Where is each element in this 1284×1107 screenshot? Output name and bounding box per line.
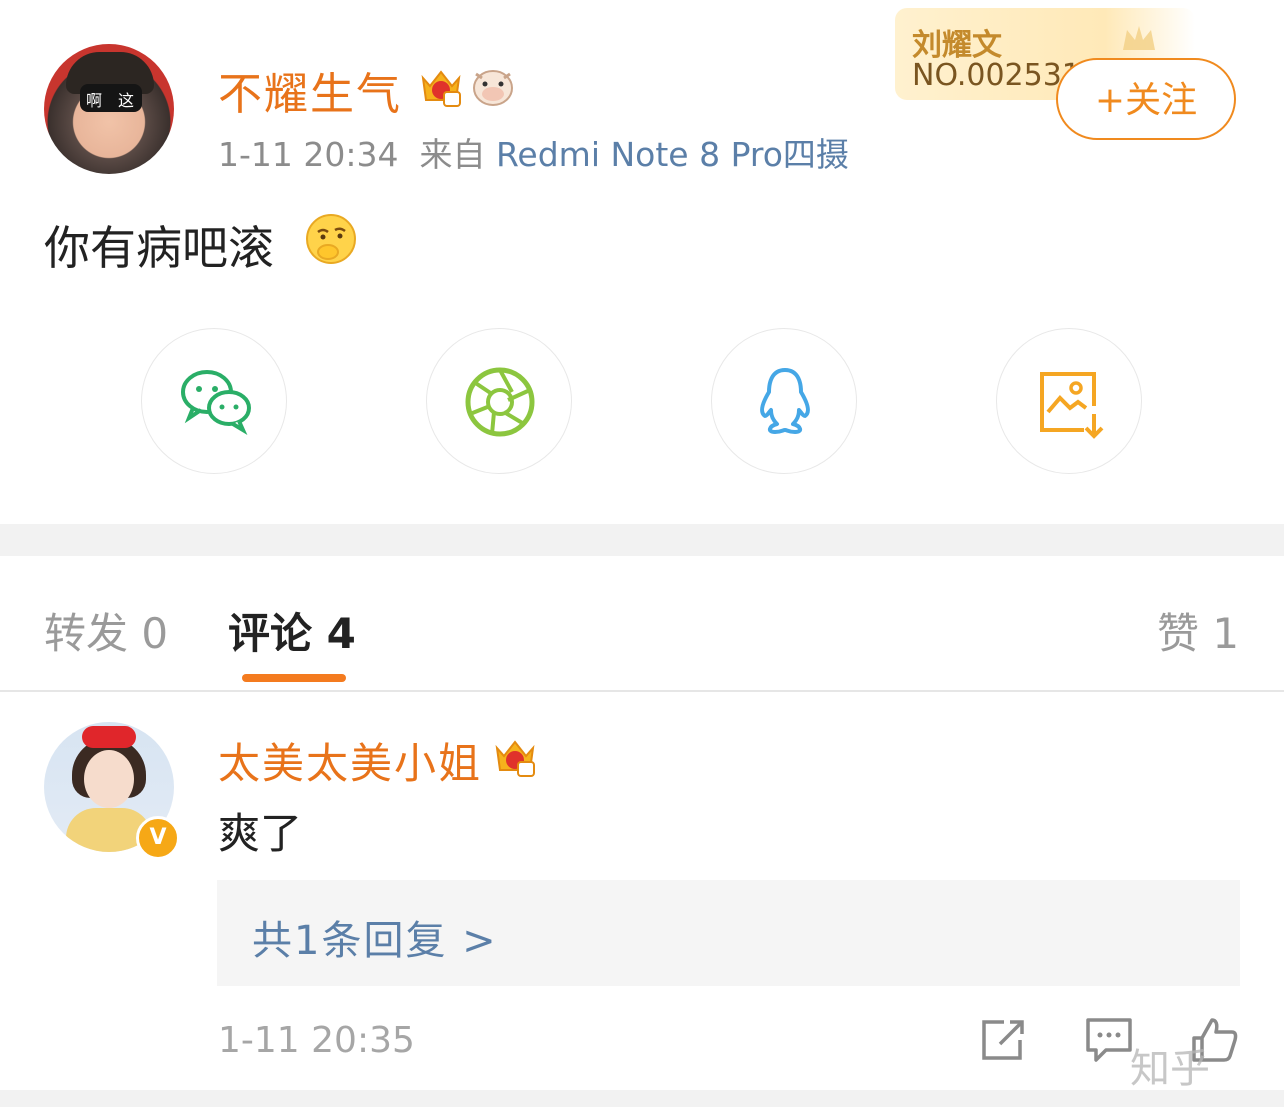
comment-text: 爽了 <box>218 809 303 858</box>
tab-comments-label: 评论 <box>228 609 313 658</box>
watermark: 知乎 <box>1130 1046 1210 1092</box>
wechat-icon <box>181 370 251 435</box>
verified-badge: V <box>136 816 180 860</box>
tab-likes-label: 赞 <box>1157 609 1200 658</box>
share-comment-icon[interactable] <box>978 1016 1028 1064</box>
qq-penguin-icon <box>760 368 810 434</box>
share-moments-button[interactable] <box>426 328 572 474</box>
tab-repost-count: 0 <box>141 609 169 658</box>
commenter-avatar-bow <box>82 726 136 748</box>
post-source[interactable]: Redmi Note 8 Pro四摄 <box>496 135 849 174</box>
crown-badge-icon <box>421 70 461 107</box>
commenter-name[interactable]: 太美太美小姐 <box>218 730 482 791</box>
post-time: 1-11 20:34 <box>218 135 399 174</box>
follow-button[interactable]: +关注 <box>1056 58 1236 140</box>
tab-likes-count: 1 <box>1212 609 1240 658</box>
tab-comments-count: 4 <box>326 609 356 658</box>
post-meta: 1-11 20:34 来自 Redmi Note 8 Pro四摄 <box>218 128 849 176</box>
avatar-glasses: 啊 这 <box>80 84 142 112</box>
reply-comment-icon[interactable] <box>1084 1016 1134 1064</box>
thinking-emoji-icon <box>306 214 356 264</box>
view-replies-link[interactable]: 共1条回复 > <box>252 908 498 966</box>
share-qq-button[interactable] <box>711 328 857 474</box>
fan-crown-icon <box>1123 26 1155 50</box>
tab-likes[interactable]: 赞 1 <box>1157 600 1239 661</box>
post-text: 你有病吧滚 <box>44 221 274 275</box>
source-prefix: 来自 <box>419 135 486 174</box>
commenter-avatar-face <box>84 750 134 808</box>
save-image-icon <box>1040 372 1104 439</box>
author-name[interactable]: 不耀生气 <box>218 58 402 122</box>
share-wechat-button[interactable] <box>141 328 287 474</box>
tab-repost-label: 转发 <box>44 609 129 658</box>
comment-time: 1-11 20:35 <box>218 1020 415 1061</box>
cow-badge-icon <box>473 70 513 106</box>
fan-card-number: NO.002531 <box>912 58 1081 93</box>
author-avatar[interactable]: 啊 这 <box>44 44 174 174</box>
save-image-button[interactable] <box>996 328 1142 474</box>
tab-comments[interactable]: 评论 4 <box>228 600 356 661</box>
section-divider <box>0 524 1284 556</box>
tab-repost[interactable]: 转发 0 <box>44 600 168 661</box>
tabs-border <box>0 690 1284 692</box>
moments-aperture-icon <box>465 367 535 437</box>
active-tab-indicator <box>242 674 346 682</box>
bottom-divider <box>0 1090 1284 1107</box>
avatar-text-left: 啊 <box>86 91 103 110</box>
commenter-crown-badge-icon <box>495 740 535 777</box>
avatar-text-right: 这 <box>118 91 135 110</box>
